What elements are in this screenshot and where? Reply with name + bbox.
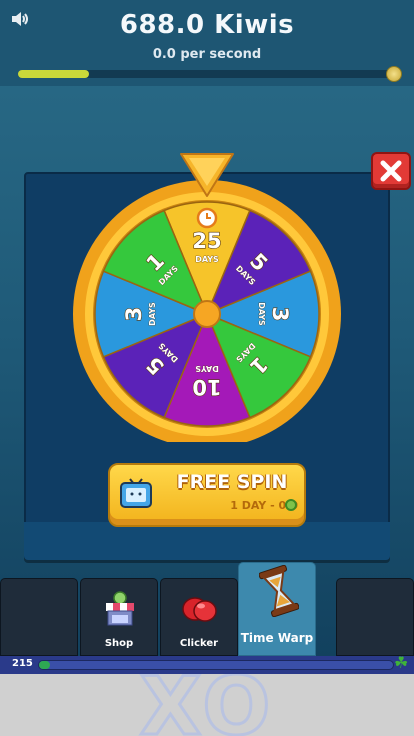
nav-label-time-warp: Time Warp: [240, 631, 314, 645]
kiwi-coin-icon: [285, 499, 297, 511]
free-spin-button[interactable]: FREE SPIN 1 DAY - 0.0: [108, 463, 306, 527]
hourglass-icon: [259, 565, 299, 617]
wheel-slice-unit: DAYS: [195, 255, 219, 264]
level-bar: 215: [0, 656, 414, 674]
kiwi-progress-fill: [18, 70, 90, 78]
boxing-glove-icon: [182, 597, 217, 622]
tv-ad-icon: [120, 478, 152, 508]
wheel-graphic: 25DAYS 5DAYS3DAYS1DAYS10DAYS5DAYS3 DAYS1DA…: [73, 153, 341, 448]
wheel-slice-unit: DAYS: [195, 364, 219, 373]
wheel-slice-value: 10: [192, 375, 221, 399]
close-button[interactable]: [371, 152, 411, 190]
nav-label-shop: Shop: [104, 638, 134, 649]
close-icon: [380, 160, 402, 182]
kiwi-progress-bar: [18, 70, 394, 78]
panel-footer: [24, 522, 390, 560]
wheel-slice-label: 10 DAYS: [192, 364, 222, 400]
nav-tab-shop[interactable]: Shop: [80, 578, 158, 656]
wheel-slice-value: 3: [268, 307, 292, 322]
wheel-slice-unit: DAYS: [257, 302, 266, 326]
kiwi-count: 688.0 Kiwis: [119, 10, 295, 40]
level-number: 215: [12, 658, 33, 669]
kiwis-per-second: 0.0 per second: [152, 47, 262, 62]
spin-wheel[interactable]: 25 DAYS 5 DAYS 3 DAYS 1 DAYS 10 DAYS 5 DAYS 3 DAYS 1 DA…: [71, 152, 343, 448]
wheel-hub: [193, 300, 221, 328]
shop-stall-icon: [106, 591, 134, 626]
wheel-slice-value: 3: [122, 307, 146, 322]
background-area: XO: [0, 674, 414, 736]
nav-tab-time-warp[interactable]: Time Warp: [238, 562, 316, 656]
level-progress-track: [38, 660, 394, 670]
background-logo-text: XO: [138, 674, 275, 736]
wheel-slice-value: 25: [192, 229, 221, 253]
free-spin-label: FREE SPIN: [176, 471, 288, 493]
nav-tab-empty-right[interactable]: [336, 578, 414, 656]
coin-icon: [386, 66, 402, 82]
nav-tab-clicker[interactable]: Clicker: [160, 578, 238, 656]
top-bar: 688.0 Kiwis 0.0 per second: [0, 0, 414, 86]
bottom-nav: Shop Clicker Time Warp: [0, 562, 414, 656]
nav-label-clicker: Clicker: [179, 638, 219, 649]
clover-icon[interactable]: ☘: [394, 653, 408, 672]
level-progress-fill: [39, 661, 50, 669]
wheel-slice-label: 25 DAYS: [192, 228, 222, 264]
wheel-slice-unit: DAYS: [148, 302, 157, 326]
nav-tab-empty-left[interactable]: [0, 578, 78, 656]
